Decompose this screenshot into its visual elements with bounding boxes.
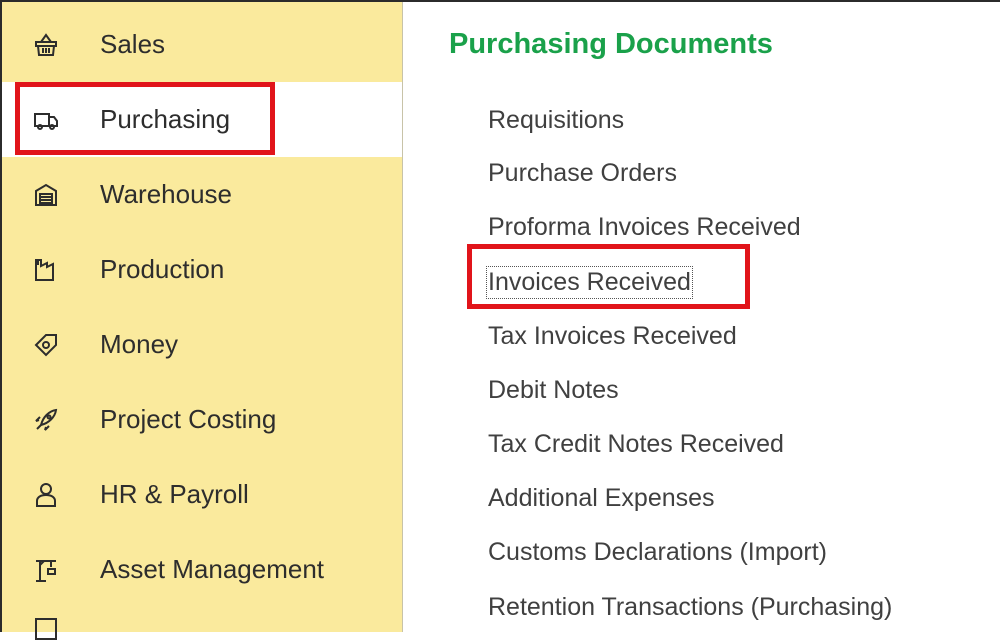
sidebar-item-project-costing[interactable]: Project Costing <box>2 382 402 457</box>
crane-icon <box>32 556 60 584</box>
sidebar-item-hr-payroll[interactable]: HR & Payroll <box>2 457 402 532</box>
sidebar-item-label: HR & Payroll <box>100 479 249 509</box>
page-title: Purchasing Documents <box>449 28 773 60</box>
link-requisitions[interactable]: Requisitions <box>488 106 624 135</box>
sidebar-item-label: Money <box>100 329 179 359</box>
warehouse-icon <box>32 181 60 209</box>
link-customs-declarations-import[interactable]: Customs Declarations (Import) <box>488 538 827 567</box>
sidebar-item-asset-management[interactable]: Asset Management <box>2 532 402 607</box>
rocket-icon <box>32 406 60 434</box>
link-tax-invoices-received[interactable]: Tax Invoices Received <box>488 322 737 351</box>
link-additional-expenses[interactable]: Additional Expenses <box>488 484 715 513</box>
sidebar-item-sales[interactable]: Sales <box>2 7 402 82</box>
partial-icon <box>32 615 60 643</box>
annotation-highlight-invoices-received <box>467 244 750 309</box>
sidebar-item-partial[interactable] <box>2 607 402 640</box>
sidebar-item-production[interactable]: Production <box>2 232 402 307</box>
factory-icon <box>32 256 60 284</box>
sidebar-item-label: Project Costing <box>100 404 277 434</box>
link-debit-notes[interactable]: Debit Notes <box>488 376 619 405</box>
sidebar-item-label: Asset Management <box>100 554 325 584</box>
basket-icon <box>32 31 60 59</box>
sidebar-item-money[interactable]: Money <box>2 307 402 382</box>
sidebar-item-label: Sales <box>100 29 166 59</box>
sidebar-item-warehouse[interactable]: Warehouse <box>2 157 402 232</box>
tag-money-icon <box>32 331 60 359</box>
link-tax-credit-notes-received[interactable]: Tax Credit Notes Received <box>488 430 784 459</box>
link-purchase-orders[interactable]: Purchase Orders <box>488 159 677 188</box>
link-retention-transactions-purchasing[interactable]: Retention Transactions (Purchasing) <box>488 593 892 622</box>
person-icon <box>32 481 60 509</box>
sidebar-item-label: Production <box>100 254 225 284</box>
link-proforma-invoices-received[interactable]: Proforma Invoices Received <box>488 213 801 242</box>
annotation-highlight-purchasing <box>15 82 275 155</box>
sidebar-item-label: Warehouse <box>100 179 232 209</box>
